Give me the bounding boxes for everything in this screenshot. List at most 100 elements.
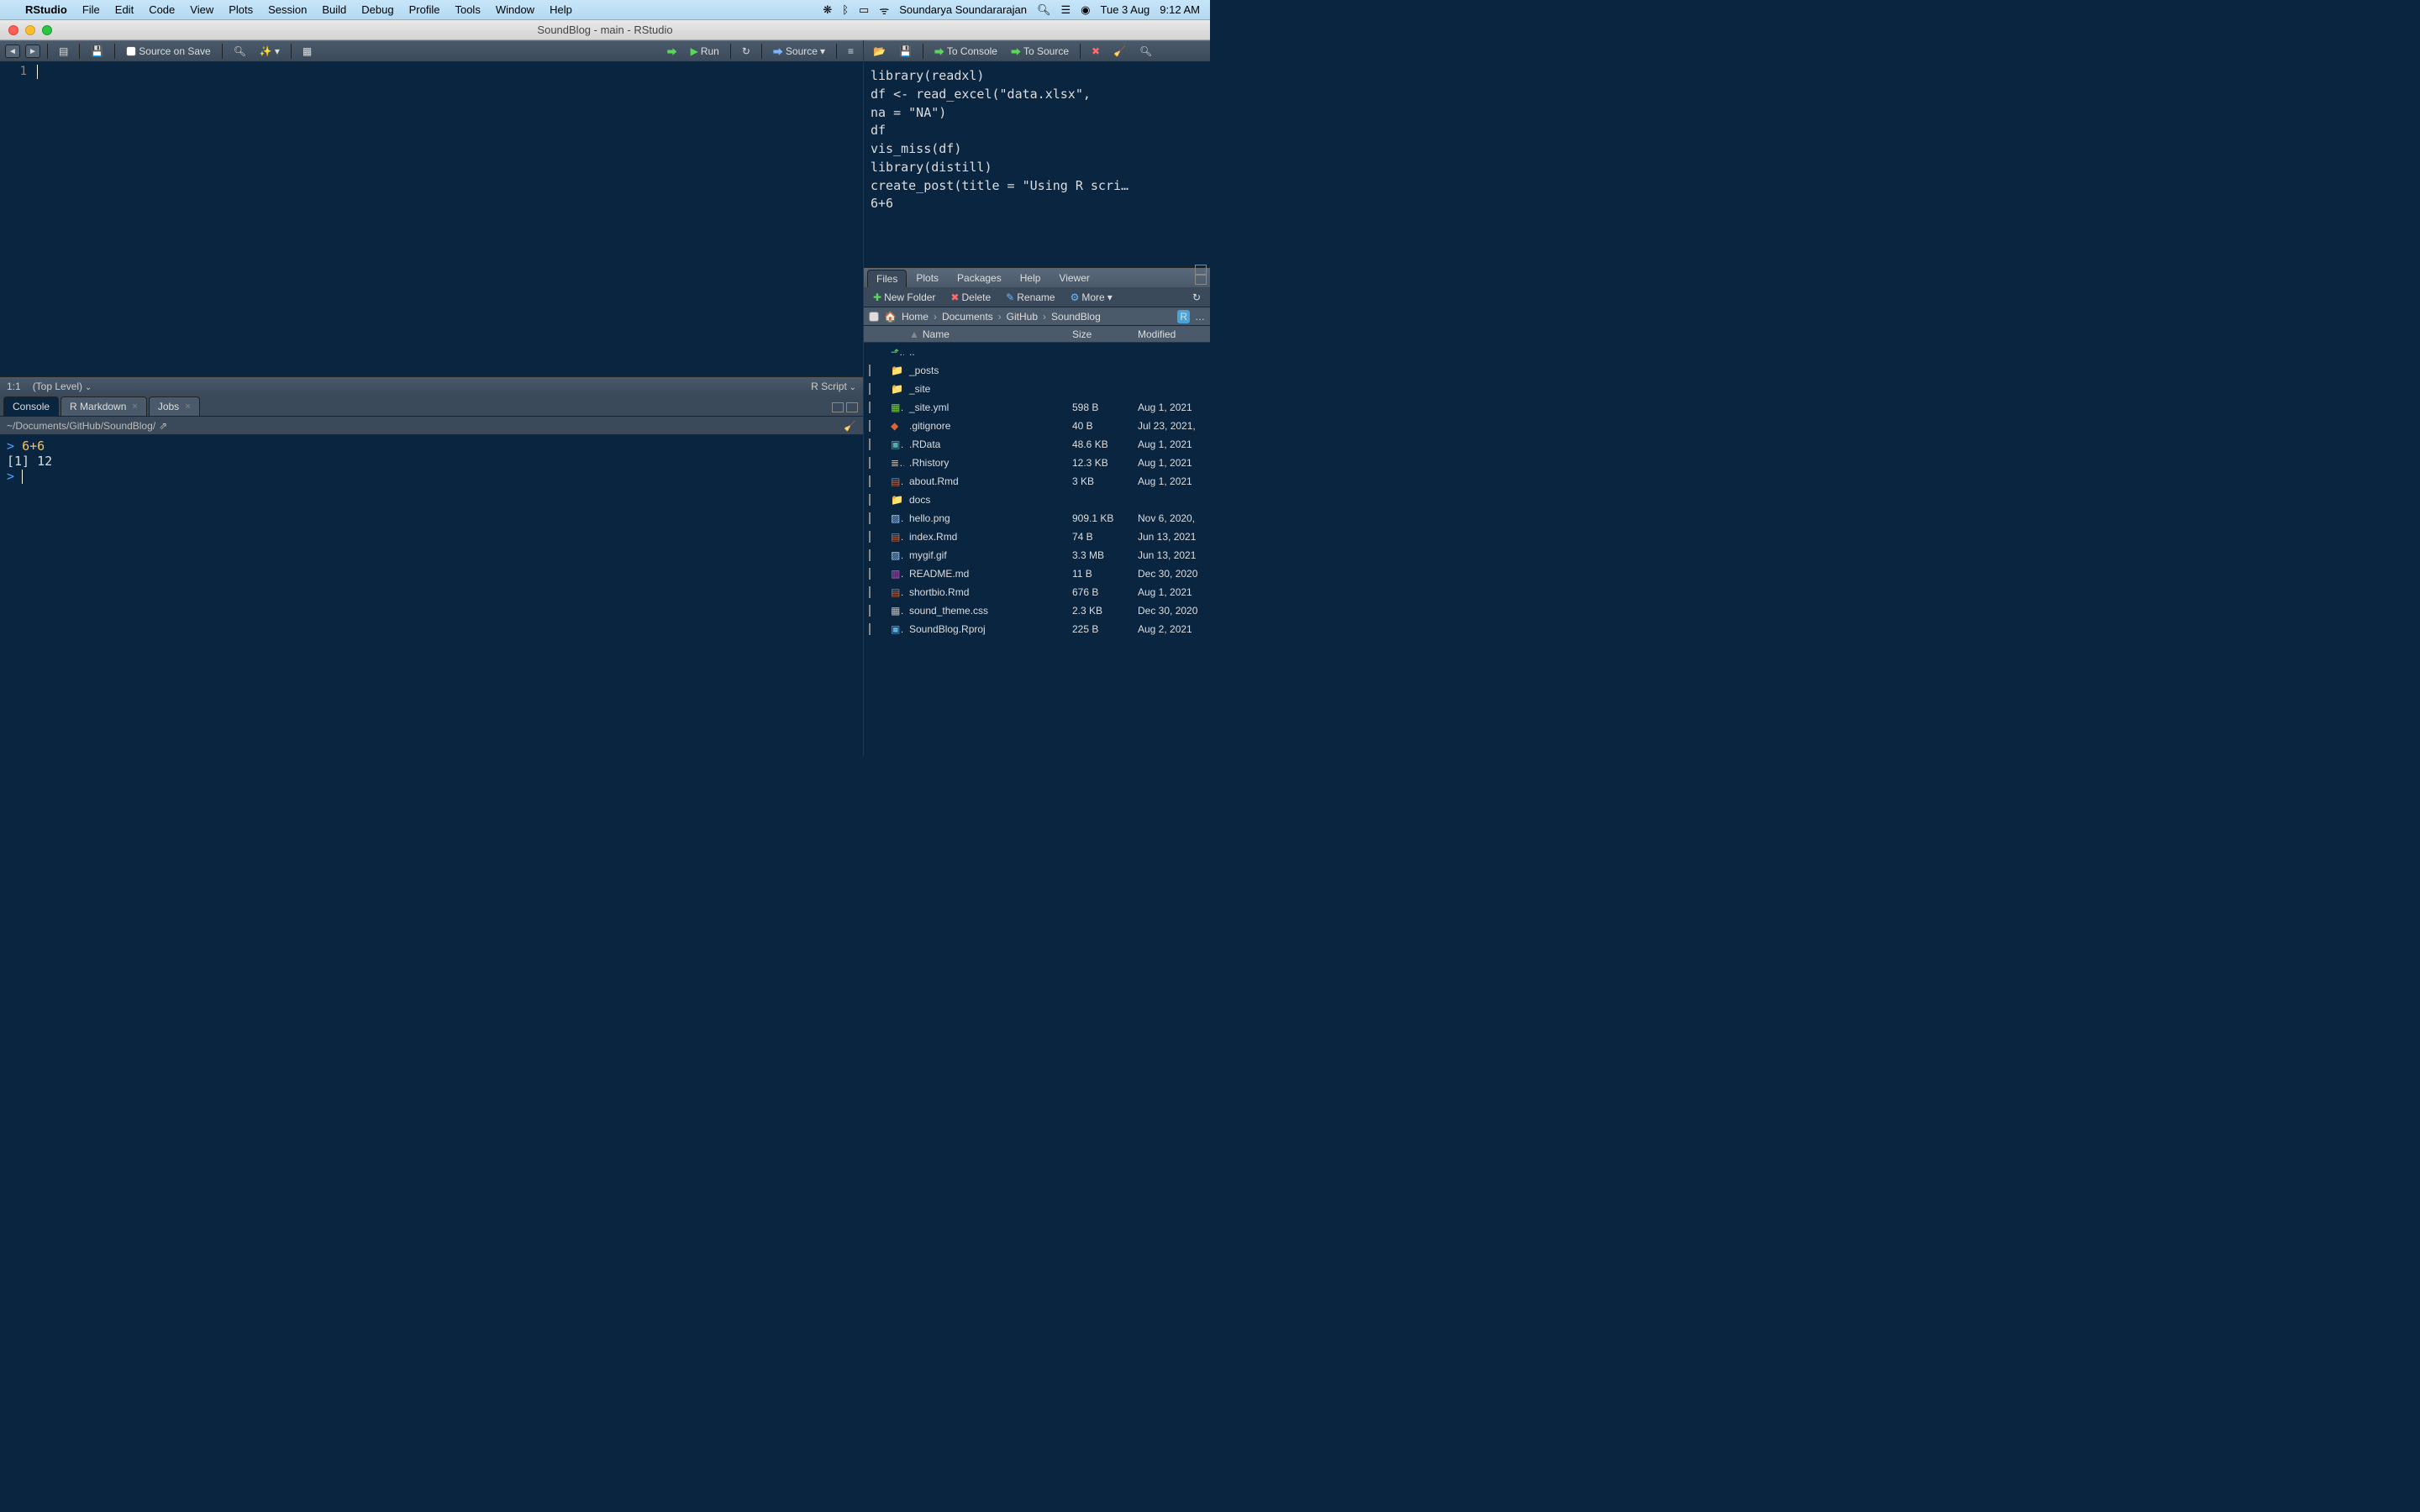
menu-build[interactable]: Build [322,3,346,16]
compile-report-button[interactable]: ▦ [298,44,316,59]
new-folder-button[interactable]: ✚ New Folder [869,290,939,305]
file-name[interactable]: _site.yml [904,402,1067,413]
file-row[interactable]: ▨hello.png909.1 KBNov 6, 2020, [864,509,1210,528]
maximize-pane-button[interactable] [1195,275,1207,285]
control-center-icon[interactable]: ☰ [1061,3,1071,17]
file-name[interactable]: shortbio.Rmd [904,586,1067,598]
col-size-header[interactable]: Size [1067,328,1133,340]
delete-button[interactable]: ✖ Delete [946,290,995,305]
crumb-github[interactable]: GitHub [1007,311,1038,323]
file-row[interactable]: ⬏.. [864,343,1210,361]
file-name[interactable]: index.Rmd [904,531,1067,543]
source-button[interactable]: ⮕ Source ▾ [769,43,829,60]
menu-code[interactable]: Code [149,3,175,16]
crumb-documents[interactable]: Documents [942,311,993,323]
link-icon[interactable]: ᯤ [879,3,889,18]
file-row[interactable]: ≣.Rhistory12.3 KBAug 1, 2021 [864,454,1210,472]
menu-debug[interactable]: Debug [361,3,393,16]
search-history[interactable]: 🔍︎ [1135,44,1156,59]
menu-window[interactable]: Window [496,3,534,16]
find-button[interactable]: 🔍︎ [229,44,250,59]
clear-history-button[interactable]: 🧹 [1109,44,1130,59]
source-on-save-checkbox[interactable]: Source on Save [122,44,214,59]
tab-plots[interactable]: Plots [907,269,948,287]
menu-edit[interactable]: Edit [115,3,134,16]
scope-selector[interactable]: (Top Level) [33,381,92,392]
file-name[interactable]: .RData [904,438,1067,450]
crumb-soundblog[interactable]: SoundBlog [1051,311,1101,323]
file-checkbox[interactable] [869,531,871,543]
file-name[interactable]: .gitignore [904,420,1067,432]
tab-viewer[interactable]: Viewer [1050,269,1098,287]
file-checkbox[interactable] [869,402,871,413]
nav-back-button[interactable]: ◄ [5,45,20,58]
file-name[interactable]: _site [904,383,1067,395]
rerun-button[interactable]: ↻ [738,44,755,59]
bluetooth-icon[interactable]: ᛒ [842,3,849,16]
save-button[interactable]: 💾 [87,44,108,59]
minimize-pane-button[interactable] [1195,265,1207,275]
file-checkbox[interactable] [869,512,871,524]
file-checkbox[interactable] [869,457,871,469]
file-row[interactable]: ▨mygif.gif3.3 MBJun 13, 2021 [864,546,1210,564]
file-row[interactable]: ▥README.md11 BDec 30, 2020 [864,564,1210,583]
tab-rmarkdown[interactable]: R Markdown× [60,396,147,416]
file-row[interactable]: 📁_posts [864,361,1210,380]
file-row[interactable]: ▤about.Rmd3 KBAug 1, 2021 [864,472,1210,491]
menu-session[interactable]: Session [268,3,307,16]
home-icon[interactable]: 🏠 [884,311,897,323]
load-history-button[interactable]: 📂 [869,44,890,59]
app-name[interactable]: RStudio [25,3,67,16]
menu-file[interactable]: File [82,3,100,16]
file-checkbox[interactable] [869,383,871,395]
date[interactable]: Tue 3 Aug [1101,3,1150,16]
file-checkbox[interactable] [869,494,871,506]
file-name[interactable]: docs [904,494,1067,506]
close-icon[interactable]: × [132,402,137,412]
file-checkbox[interactable] [869,586,871,598]
file-name[interactable]: hello.png [904,512,1067,524]
editor-text-area[interactable] [34,62,863,376]
menu-help[interactable]: Help [550,3,572,16]
user-name[interactable]: Soundarya Soundararajan [899,3,1027,16]
spotlight-icon[interactable]: 🔍︎ [1037,3,1051,17]
save-history-button[interactable]: 💾 [895,44,916,59]
rename-button[interactable]: ✎ Rename [1002,290,1059,305]
file-row[interactable]: ◆.gitignore40 BJul 23, 2021, [864,417,1210,435]
col-modified-header[interactable]: Modified [1133,328,1210,340]
file-checkbox[interactable] [869,420,871,432]
source-editor[interactable]: 1 [0,62,863,376]
run-button[interactable]: ▶ Run [687,44,723,59]
file-name[interactable]: .. [904,346,1067,358]
nav-forward-button[interactable]: ► [25,45,40,58]
tab-packages[interactable]: Packages [948,269,1011,287]
file-row[interactable]: ▦_site.yml598 BAug 1, 2021 [864,398,1210,417]
outline-button[interactable]: ≡ [844,44,858,59]
menu-plots[interactable]: Plots [229,3,253,16]
menu-profile[interactable]: Profile [409,3,440,16]
tab-help[interactable]: Help [1011,269,1050,287]
file-name[interactable]: .Rhistory [904,457,1067,469]
file-row[interactable]: 📁_site [864,380,1210,398]
tab-files[interactable]: Files [867,270,907,287]
maximize-pane-button[interactable] [846,402,858,412]
minimize-pane-button[interactable] [832,402,844,412]
working-directory[interactable]: ~/Documents/GitHub/SoundBlog/ [7,420,155,432]
history-pane[interactable]: library(readxl) df <- read_excel("data.x… [864,62,1210,267]
file-name[interactable]: SoundBlog.Rproj [904,623,1067,635]
file-checkbox[interactable] [869,475,871,487]
select-all-checkbox[interactable] [869,312,879,322]
more-button[interactable]: ⚙ More ▾ [1066,290,1117,305]
to-console-button[interactable]: ⮕ To Console [930,43,1002,60]
col-name-header[interactable]: ▲ Name [904,328,1067,340]
file-row[interactable]: ▣SoundBlog.Rproj225 BAug 2, 2021 [864,620,1210,638]
file-checkbox[interactable] [869,568,871,580]
new-file-button[interactable]: ▤ [55,44,72,59]
project-badge-icon[interactable]: R [1177,310,1190,323]
wand-button[interactable]: ✨▾ [255,44,284,59]
file-checkbox[interactable] [869,549,871,561]
cursor-position[interactable]: 1:1 [7,381,21,392]
close-icon[interactable]: × [185,402,190,412]
siri-icon[interactable]: ◉ [1081,3,1090,17]
file-name[interactable]: mygif.gif [904,549,1067,561]
